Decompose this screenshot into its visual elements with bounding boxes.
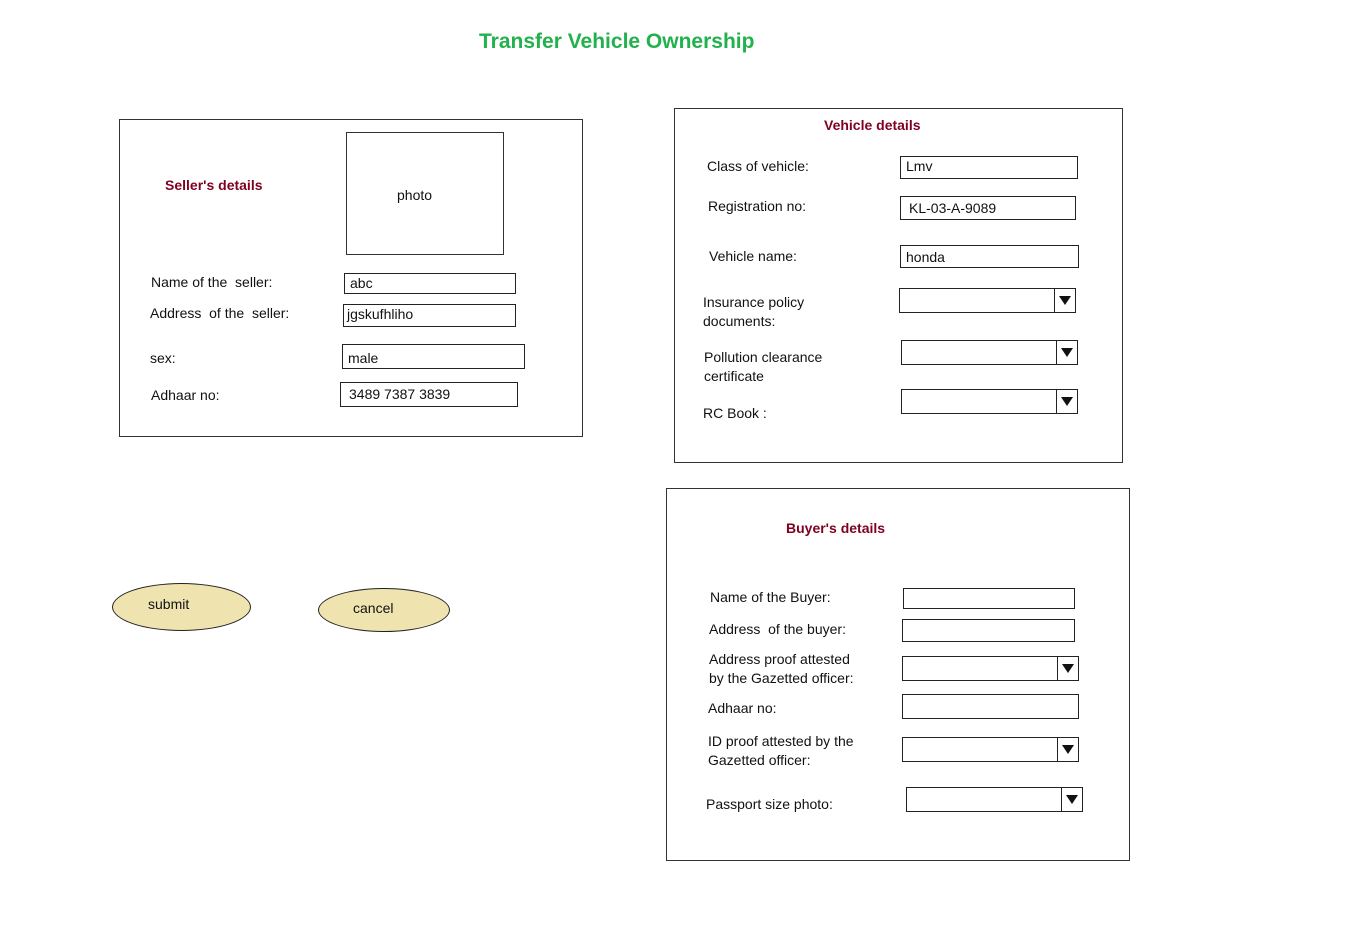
id-proof-select[interactable] (902, 737, 1079, 762)
buyer-adhaar-field[interactable] (902, 694, 1079, 719)
buyer-details-heading: Buyer's details (786, 520, 886, 536)
chevron-down-icon[interactable] (1057, 657, 1078, 680)
submit-button[interactable]: submit (112, 583, 251, 631)
buyer-name-field[interactable] (903, 588, 1075, 609)
address-proof-select[interactable] (902, 656, 1079, 681)
vehicle-details-heading: Vehicle details (824, 117, 921, 133)
seller-photo-label: photo (397, 187, 433, 203)
passport-photo-label: Passport size photo: (706, 796, 833, 812)
buyer-adhaar-label: Adhaar no: (708, 700, 777, 716)
pollution-select[interactable] (901, 340, 1078, 365)
chevron-down-icon[interactable] (1057, 738, 1078, 761)
registration-no-field[interactable]: KL-03-A-9089 (900, 196, 1076, 220)
vehicle-class-label: Class of vehicle: (707, 158, 809, 174)
seller-details-heading: Seller's details (165, 177, 263, 193)
insurance-label-line2: documents: (703, 313, 776, 329)
rc-book-label: RC Book : (703, 405, 767, 421)
seller-sex-label: sex: (150, 350, 176, 366)
seller-address-label: Address of the seller: (150, 305, 290, 321)
address-proof-label-line2: by the Gazetted officer: (709, 670, 854, 686)
insurance-select[interactable] (899, 288, 1076, 313)
pollution-label-line2: certificate (704, 368, 764, 384)
seller-sex-field[interactable]: male (342, 344, 525, 369)
address-proof-label-line1: Address proof attested (709, 651, 850, 667)
insurance-label-line1: Insurance policy (703, 294, 805, 310)
id-proof-label-line2: Gazetted officer: (708, 752, 811, 768)
seller-name-label: Name of the seller: (151, 274, 273, 290)
submit-button-label: submit (148, 596, 190, 612)
buyer-address-label: Address of the buyer: (709, 621, 846, 637)
vehicle-name-label: Vehicle name: (709, 248, 797, 264)
rc-book-select[interactable] (901, 389, 1078, 414)
chevron-down-icon[interactable] (1054, 289, 1075, 312)
address-proof-label: Address proof attested by the Gazetted o… (709, 650, 854, 688)
registration-no-label: Registration no: (708, 198, 807, 214)
seller-adhaar-field[interactable]: 3489 7387 3839 (340, 382, 518, 407)
insurance-label: Insurance policy documents: (703, 293, 804, 331)
pollution-label-line1: Pollution clearance (704, 349, 823, 365)
chevron-down-icon[interactable] (1056, 341, 1077, 364)
page-title: Transfer Vehicle Ownership (479, 30, 755, 53)
chevron-down-icon[interactable] (1056, 390, 1077, 413)
buyer-address-field[interactable] (902, 619, 1075, 642)
pollution-label: Pollution clearance certificate (704, 348, 822, 386)
cancel-button-label: cancel (353, 600, 394, 616)
passport-photo-select[interactable] (906, 787, 1083, 812)
vehicle-class-field[interactable]: Lmv (900, 156, 1078, 179)
buyer-name-label: Name of the Buyer: (710, 589, 831, 605)
cancel-button[interactable]: cancel (318, 588, 450, 632)
id-proof-label-line1: ID proof attested by the (708, 733, 854, 749)
id-proof-label: ID proof attested by the Gazetted office… (708, 732, 854, 770)
seller-address-field[interactable]: jgskufhliho (343, 304, 516, 327)
seller-name-field[interactable]: abc (344, 273, 516, 294)
vehicle-name-field[interactable]: honda (900, 245, 1079, 268)
seller-adhaar-label: Adhaar no: (151, 387, 220, 403)
chevron-down-icon[interactable] (1061, 788, 1082, 811)
